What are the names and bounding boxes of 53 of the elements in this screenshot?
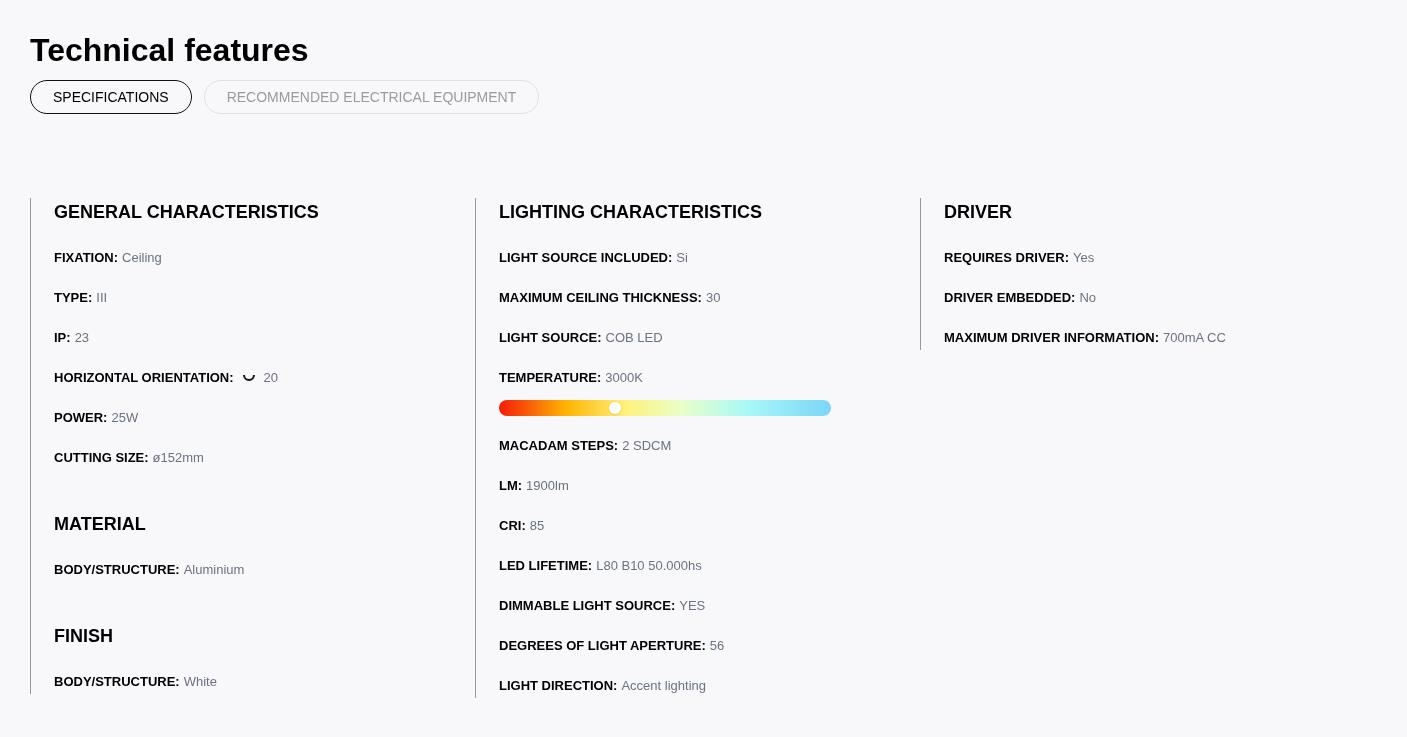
- spec-label: LM:: [499, 477, 523, 496]
- spec-value: Aluminium: [183, 561, 245, 580]
- spec-value: 56: [709, 637, 725, 656]
- spec-label: LIGHT DIRECTION:: [499, 677, 618, 696]
- spec-value: YES: [679, 597, 706, 616]
- spec-label: LED LIFETIME:: [499, 557, 593, 576]
- spec-value: Ceiling: [122, 249, 162, 268]
- spec-value: Yes: [1072, 249, 1095, 268]
- spec-value: III: [96, 289, 108, 308]
- spec-value: ø152mm: [152, 449, 204, 468]
- spec-value: No: [1079, 289, 1097, 308]
- spec-label: REQUIRES DRIVER:: [944, 249, 1069, 268]
- spec-value: 25W: [111, 409, 139, 428]
- page-title: Technical features: [30, 31, 310, 70]
- spec-label: CUTTING SIZE:: [54, 449, 149, 468]
- temperature-slider[interactable]: [499, 400, 831, 416]
- spec-label: CRI:: [499, 517, 526, 536]
- spec-value: 700mA CC: [1162, 329, 1226, 348]
- spec-value: 3000K: [605, 369, 643, 388]
- spec-label: LIGHT SOURCE:: [499, 329, 602, 348]
- spec-label: MAXIMUM DRIVER INFORMATION:: [944, 329, 1159, 348]
- spec-label: IP:: [54, 329, 71, 348]
- spec-value: Si: [676, 249, 688, 268]
- spec-label: DEGREES OF LIGHT APERTURE:: [499, 637, 706, 656]
- spec-label: BODY/STRUCTURE:: [54, 561, 180, 580]
- section-heading: LIGHTING CHARACTERISTICS: [499, 201, 763, 224]
- spec-value: 85: [529, 517, 545, 536]
- spec-value: 30: [705, 289, 721, 308]
- spec-value: L80 B10 50.000hs: [596, 557, 702, 576]
- spec-label: HORIZONTAL ORIENTATION:: [54, 369, 234, 388]
- rotation-icon: [241, 373, 256, 383]
- spec-label: DRIVER EMBEDDED:: [944, 289, 1076, 308]
- spec-label: POWER:: [54, 409, 108, 428]
- spec-value: 23: [74, 329, 90, 348]
- spec-label: TEMPERATURE:: [499, 369, 602, 388]
- slider-thumb[interactable]: [609, 402, 622, 414]
- spec-label: BODY/STRUCTURE:: [54, 673, 180, 692]
- spec-value: White: [183, 673, 217, 692]
- spec-label: MAXIMUM CEILING THICKNESS:: [499, 289, 702, 308]
- section-heading: MATERIAL: [54, 513, 147, 536]
- spec-value: Accent lighting: [621, 677, 706, 696]
- spec-value: 20: [263, 369, 279, 388]
- spec-value: 2 SDCM: [622, 437, 672, 456]
- spec-value: COB LED: [605, 329, 663, 348]
- spec-label: LIGHT SOURCE INCLUDED:: [499, 249, 673, 268]
- spec-value: 1900lm: [526, 477, 569, 496]
- spec-label: MACADAM STEPS:: [499, 437, 619, 456]
- spec-label: FIXATION:: [54, 249, 119, 268]
- spec-label: TYPE:: [54, 289, 93, 308]
- spec-label: DIMMABLE LIGHT SOURCE:: [499, 597, 676, 616]
- section-heading: FINISH: [54, 625, 114, 648]
- section-heading: GENERAL CHARACTERISTICS: [54, 201, 320, 224]
- section-heading: DRIVER: [944, 201, 1013, 224]
